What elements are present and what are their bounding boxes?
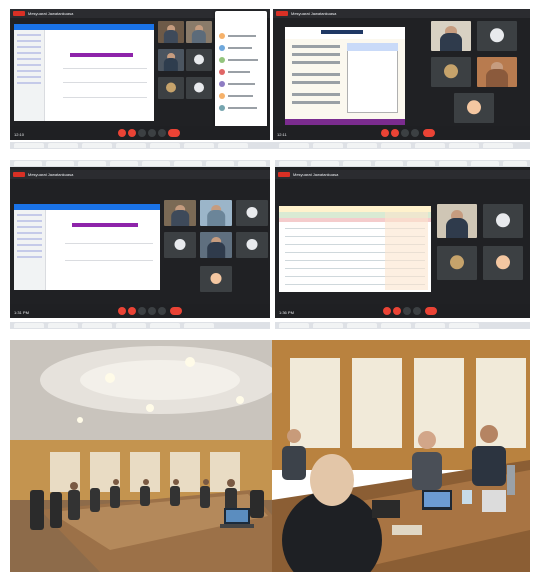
participant-tile bbox=[186, 49, 212, 71]
meet-topbar: Mesyuarat Jawatankuasa bbox=[275, 170, 530, 179]
meet-screen-top-left: Mesyuarat Jawatankuasa 12:10 bbox=[10, 9, 270, 140]
present-button[interactable] bbox=[148, 129, 156, 137]
participant-tile bbox=[437, 246, 477, 280]
captions-button[interactable] bbox=[138, 307, 146, 315]
present-button[interactable] bbox=[413, 307, 421, 315]
participant-tile bbox=[200, 266, 232, 292]
mic-button[interactable] bbox=[381, 129, 389, 137]
end-call-button[interactable] bbox=[170, 307, 182, 315]
participant-tile bbox=[437, 204, 477, 238]
participant-tile bbox=[186, 21, 212, 43]
shared-sidebar bbox=[14, 24, 45, 121]
meet-controls: 1:31 PM bbox=[10, 304, 270, 318]
captions-button[interactable] bbox=[138, 129, 146, 137]
meet-screen-mid-right: Mesyuarat Jawatankuasa 1:36 PM bbox=[275, 160, 530, 318]
shared-slide bbox=[285, 27, 405, 125]
participant-tile bbox=[164, 232, 196, 258]
meet-controls: 12:11 bbox=[273, 126, 530, 140]
end-call-button[interactable] bbox=[423, 129, 435, 137]
present-button[interactable] bbox=[411, 129, 419, 137]
mic-button[interactable] bbox=[383, 307, 391, 315]
mic-button[interactable] bbox=[118, 129, 126, 137]
meet-screen-mid-left: Mesyuarat Jawatankuasa 1:31 PM bbox=[10, 160, 270, 318]
recording-indicator bbox=[13, 11, 25, 16]
more-options-button[interactable] bbox=[158, 307, 166, 315]
camera-button[interactable] bbox=[391, 129, 399, 137]
browser-tabstrip bbox=[10, 142, 280, 149]
recording-indicator bbox=[278, 172, 290, 177]
meeting-title: Mesyuarat Jawatankuasa bbox=[28, 11, 74, 16]
participant-tile bbox=[477, 57, 517, 87]
meeting-time: 1:36 PM bbox=[279, 310, 294, 315]
participant-tile bbox=[483, 204, 523, 238]
participant-tile bbox=[186, 77, 212, 99]
meeting-room-illustration bbox=[10, 340, 272, 572]
browser-tabstrip bbox=[275, 160, 530, 167]
recording-indicator bbox=[13, 172, 25, 177]
more-options-button[interactable] bbox=[158, 129, 166, 137]
captions-button[interactable] bbox=[401, 129, 409, 137]
meeting-room-photo bbox=[10, 340, 272, 572]
participant-tile bbox=[158, 21, 184, 43]
meeting-title: Mesyuarat Jawatankuasa bbox=[291, 11, 337, 16]
present-button[interactable] bbox=[148, 307, 156, 315]
meet-topbar: Mesyuarat Jawatankuasa bbox=[273, 9, 530, 18]
meeting-time: 12:10 bbox=[14, 132, 25, 137]
shared-purple-bar bbox=[70, 53, 133, 58]
shared-screen bbox=[14, 204, 160, 290]
participant-tile bbox=[164, 200, 196, 226]
meet-controls: 12:10 bbox=[10, 126, 270, 140]
participants-panel bbox=[215, 11, 267, 131]
meet-controls: 1:36 PM bbox=[275, 304, 530, 318]
shared-header bbox=[14, 24, 154, 30]
meeting-time: 1:31 PM bbox=[14, 310, 29, 315]
browser-tabstrip bbox=[275, 322, 530, 329]
camera-button[interactable] bbox=[128, 307, 136, 315]
shared-spreadsheet bbox=[279, 206, 431, 292]
camera-button[interactable] bbox=[393, 307, 401, 315]
meeting-title: Mesyuarat Jawatankuasa bbox=[293, 172, 339, 177]
participant-tile bbox=[200, 232, 232, 258]
meeting-table-illustration bbox=[272, 340, 530, 572]
meeting-time: 12:11 bbox=[277, 132, 287, 137]
shared-header bbox=[14, 204, 160, 210]
meeting-table-photo bbox=[272, 340, 530, 572]
participant-tile bbox=[158, 49, 184, 71]
participant-tile bbox=[431, 57, 471, 87]
camera-button[interactable] bbox=[128, 129, 136, 137]
participant-tile bbox=[483, 246, 523, 280]
participant-tile bbox=[477, 21, 517, 51]
participant-tile bbox=[454, 93, 494, 123]
browser-tabstrip bbox=[10, 322, 270, 329]
end-call-button[interactable] bbox=[425, 307, 437, 315]
participant-tile bbox=[431, 21, 471, 51]
shared-purple-bar bbox=[72, 222, 139, 227]
participant-tile bbox=[158, 77, 184, 99]
meet-screen-top-right: Mesyuarat Jawatankuasa 12:11 bbox=[273, 9, 530, 140]
captions-button[interactable] bbox=[403, 307, 411, 315]
mic-button[interactable] bbox=[118, 307, 126, 315]
participant-tile bbox=[236, 232, 268, 258]
meet-topbar: Mesyuarat Jawatankuasa bbox=[10, 170, 270, 179]
shared-sidebar bbox=[14, 204, 47, 290]
participant-tile bbox=[200, 200, 232, 226]
participant-tile bbox=[236, 200, 268, 226]
browser-tabstrip bbox=[10, 160, 270, 167]
end-call-button[interactable] bbox=[168, 129, 180, 137]
meeting-title: Mesyuarat Jawatankuasa bbox=[28, 172, 74, 177]
shared-screen bbox=[14, 24, 154, 121]
recording-indicator bbox=[276, 11, 288, 16]
browser-tabstrip bbox=[275, 142, 530, 149]
